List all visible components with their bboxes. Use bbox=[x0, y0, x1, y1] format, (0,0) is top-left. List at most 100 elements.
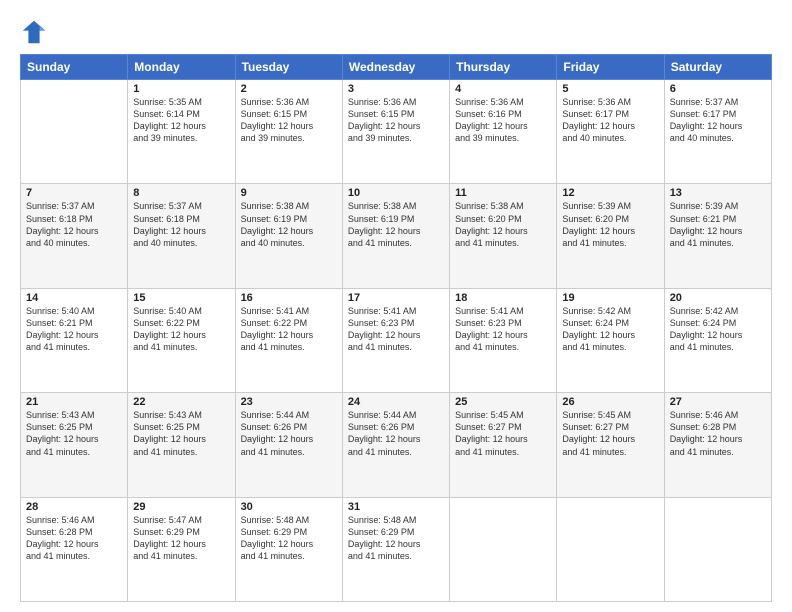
calendar-week-4: 21Sunrise: 5:43 AM Sunset: 6:25 PM Dayli… bbox=[21, 393, 772, 497]
calendar-cell: 27Sunrise: 5:46 AM Sunset: 6:28 PM Dayli… bbox=[664, 393, 771, 497]
day-info: Sunrise: 5:46 AM Sunset: 6:28 PM Dayligh… bbox=[26, 514, 122, 563]
calendar-cell: 25Sunrise: 5:45 AM Sunset: 6:27 PM Dayli… bbox=[450, 393, 557, 497]
day-info: Sunrise: 5:39 AM Sunset: 6:21 PM Dayligh… bbox=[670, 200, 766, 249]
day-info: Sunrise: 5:42 AM Sunset: 6:24 PM Dayligh… bbox=[562, 305, 658, 354]
day-header-wednesday: Wednesday bbox=[342, 55, 449, 80]
day-info: Sunrise: 5:37 AM Sunset: 6:17 PM Dayligh… bbox=[670, 96, 766, 145]
calendar-cell: 4Sunrise: 5:36 AM Sunset: 6:16 PM Daylig… bbox=[450, 80, 557, 184]
calendar-cell: 26Sunrise: 5:45 AM Sunset: 6:27 PM Dayli… bbox=[557, 393, 664, 497]
day-number: 10 bbox=[348, 187, 444, 199]
logo-icon bbox=[20, 18, 48, 46]
day-number: 24 bbox=[348, 396, 444, 408]
calendar-cell: 10Sunrise: 5:38 AM Sunset: 6:19 PM Dayli… bbox=[342, 184, 449, 288]
day-info: Sunrise: 5:37 AM Sunset: 6:18 PM Dayligh… bbox=[26, 200, 122, 249]
day-number: 1 bbox=[133, 83, 229, 95]
day-info: Sunrise: 5:48 AM Sunset: 6:29 PM Dayligh… bbox=[348, 514, 444, 563]
day-number: 26 bbox=[562, 396, 658, 408]
calendar-cell: 20Sunrise: 5:42 AM Sunset: 6:24 PM Dayli… bbox=[664, 288, 771, 392]
day-info: Sunrise: 5:36 AM Sunset: 6:17 PM Dayligh… bbox=[562, 96, 658, 145]
calendar-cell: 6Sunrise: 5:37 AM Sunset: 6:17 PM Daylig… bbox=[664, 80, 771, 184]
calendar-cell: 31Sunrise: 5:48 AM Sunset: 6:29 PM Dayli… bbox=[342, 497, 449, 601]
logo bbox=[20, 18, 50, 46]
day-number: 12 bbox=[562, 187, 658, 199]
day-info: Sunrise: 5:37 AM Sunset: 6:18 PM Dayligh… bbox=[133, 200, 229, 249]
day-number: 23 bbox=[241, 396, 337, 408]
calendar-cell bbox=[664, 497, 771, 601]
calendar-cell: 5Sunrise: 5:36 AM Sunset: 6:17 PM Daylig… bbox=[557, 80, 664, 184]
day-info: Sunrise: 5:44 AM Sunset: 6:26 PM Dayligh… bbox=[348, 409, 444, 458]
calendar-cell: 1Sunrise: 5:35 AM Sunset: 6:14 PM Daylig… bbox=[128, 80, 235, 184]
day-number: 22 bbox=[133, 396, 229, 408]
day-number: 14 bbox=[26, 292, 122, 304]
calendar-cell: 7Sunrise: 5:37 AM Sunset: 6:18 PM Daylig… bbox=[21, 184, 128, 288]
day-number: 8 bbox=[133, 187, 229, 199]
calendar-cell: 22Sunrise: 5:43 AM Sunset: 6:25 PM Dayli… bbox=[128, 393, 235, 497]
day-info: Sunrise: 5:38 AM Sunset: 6:19 PM Dayligh… bbox=[348, 200, 444, 249]
day-number: 4 bbox=[455, 83, 551, 95]
calendar-cell: 19Sunrise: 5:42 AM Sunset: 6:24 PM Dayli… bbox=[557, 288, 664, 392]
calendar-week-3: 14Sunrise: 5:40 AM Sunset: 6:21 PM Dayli… bbox=[21, 288, 772, 392]
calendar-cell bbox=[557, 497, 664, 601]
day-number: 19 bbox=[562, 292, 658, 304]
calendar-cell: 2Sunrise: 5:36 AM Sunset: 6:15 PM Daylig… bbox=[235, 80, 342, 184]
calendar-cell: 3Sunrise: 5:36 AM Sunset: 6:15 PM Daylig… bbox=[342, 80, 449, 184]
day-info: Sunrise: 5:46 AM Sunset: 6:28 PM Dayligh… bbox=[670, 409, 766, 458]
day-info: Sunrise: 5:45 AM Sunset: 6:27 PM Dayligh… bbox=[562, 409, 658, 458]
day-number: 17 bbox=[348, 292, 444, 304]
day-info: Sunrise: 5:36 AM Sunset: 6:15 PM Dayligh… bbox=[348, 96, 444, 145]
day-info: Sunrise: 5:38 AM Sunset: 6:19 PM Dayligh… bbox=[241, 200, 337, 249]
day-info: Sunrise: 5:35 AM Sunset: 6:14 PM Dayligh… bbox=[133, 96, 229, 145]
day-number: 20 bbox=[670, 292, 766, 304]
calendar-week-1: 1Sunrise: 5:35 AM Sunset: 6:14 PM Daylig… bbox=[21, 80, 772, 184]
calendar-cell: 15Sunrise: 5:40 AM Sunset: 6:22 PM Dayli… bbox=[128, 288, 235, 392]
day-info: Sunrise: 5:40 AM Sunset: 6:22 PM Dayligh… bbox=[133, 305, 229, 354]
day-number: 9 bbox=[241, 187, 337, 199]
day-info: Sunrise: 5:43 AM Sunset: 6:25 PM Dayligh… bbox=[133, 409, 229, 458]
day-number: 18 bbox=[455, 292, 551, 304]
day-number: 21 bbox=[26, 396, 122, 408]
day-info: Sunrise: 5:45 AM Sunset: 6:27 PM Dayligh… bbox=[455, 409, 551, 458]
day-number: 15 bbox=[133, 292, 229, 304]
day-info: Sunrise: 5:40 AM Sunset: 6:21 PM Dayligh… bbox=[26, 305, 122, 354]
day-info: Sunrise: 5:44 AM Sunset: 6:26 PM Dayligh… bbox=[241, 409, 337, 458]
day-number: 6 bbox=[670, 83, 766, 95]
calendar-cell: 9Sunrise: 5:38 AM Sunset: 6:19 PM Daylig… bbox=[235, 184, 342, 288]
calendar-cell: 14Sunrise: 5:40 AM Sunset: 6:21 PM Dayli… bbox=[21, 288, 128, 392]
header bbox=[20, 18, 772, 46]
calendar-cell: 23Sunrise: 5:44 AM Sunset: 6:26 PM Dayli… bbox=[235, 393, 342, 497]
day-number: 11 bbox=[455, 187, 551, 199]
day-header-sunday: Sunday bbox=[21, 55, 128, 80]
page: SundayMondayTuesdayWednesdayThursdayFrid… bbox=[0, 0, 792, 612]
day-info: Sunrise: 5:38 AM Sunset: 6:20 PM Dayligh… bbox=[455, 200, 551, 249]
day-info: Sunrise: 5:41 AM Sunset: 6:22 PM Dayligh… bbox=[241, 305, 337, 354]
day-info: Sunrise: 5:43 AM Sunset: 6:25 PM Dayligh… bbox=[26, 409, 122, 458]
day-number: 29 bbox=[133, 501, 229, 513]
day-info: Sunrise: 5:36 AM Sunset: 6:15 PM Dayligh… bbox=[241, 96, 337, 145]
day-header-monday: Monday bbox=[128, 55, 235, 80]
day-header-friday: Friday bbox=[557, 55, 664, 80]
day-number: 7 bbox=[26, 187, 122, 199]
calendar-cell bbox=[21, 80, 128, 184]
day-number: 16 bbox=[241, 292, 337, 304]
day-info: Sunrise: 5:41 AM Sunset: 6:23 PM Dayligh… bbox=[348, 305, 444, 354]
calendar-cell bbox=[450, 497, 557, 601]
calendar-cell: 11Sunrise: 5:38 AM Sunset: 6:20 PM Dayli… bbox=[450, 184, 557, 288]
calendar-week-5: 28Sunrise: 5:46 AM Sunset: 6:28 PM Dayli… bbox=[21, 497, 772, 601]
calendar-cell: 21Sunrise: 5:43 AM Sunset: 6:25 PM Dayli… bbox=[21, 393, 128, 497]
day-number: 27 bbox=[670, 396, 766, 408]
calendar-cell: 17Sunrise: 5:41 AM Sunset: 6:23 PM Dayli… bbox=[342, 288, 449, 392]
calendar-cell: 18Sunrise: 5:41 AM Sunset: 6:23 PM Dayli… bbox=[450, 288, 557, 392]
calendar-header-row: SundayMondayTuesdayWednesdayThursdayFrid… bbox=[21, 55, 772, 80]
day-number: 28 bbox=[26, 501, 122, 513]
calendar-cell: 16Sunrise: 5:41 AM Sunset: 6:22 PM Dayli… bbox=[235, 288, 342, 392]
calendar: SundayMondayTuesdayWednesdayThursdayFrid… bbox=[20, 54, 772, 602]
day-info: Sunrise: 5:42 AM Sunset: 6:24 PM Dayligh… bbox=[670, 305, 766, 354]
day-info: Sunrise: 5:48 AM Sunset: 6:29 PM Dayligh… bbox=[241, 514, 337, 563]
day-number: 3 bbox=[348, 83, 444, 95]
day-number: 30 bbox=[241, 501, 337, 513]
calendar-cell: 30Sunrise: 5:48 AM Sunset: 6:29 PM Dayli… bbox=[235, 497, 342, 601]
day-number: 31 bbox=[348, 501, 444, 513]
day-info: Sunrise: 5:47 AM Sunset: 6:29 PM Dayligh… bbox=[133, 514, 229, 563]
day-info: Sunrise: 5:41 AM Sunset: 6:23 PM Dayligh… bbox=[455, 305, 551, 354]
calendar-cell: 13Sunrise: 5:39 AM Sunset: 6:21 PM Dayli… bbox=[664, 184, 771, 288]
